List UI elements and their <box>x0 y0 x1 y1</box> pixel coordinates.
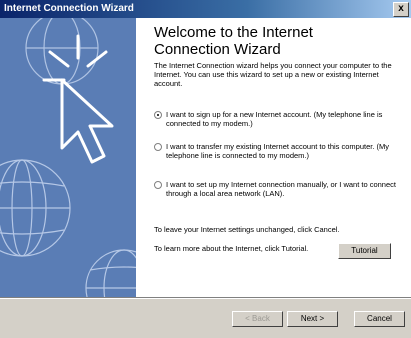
page-title: Welcome to the Internet Connection Wizar… <box>154 24 404 58</box>
next-button[interactable]: Next > <box>287 311 338 327</box>
back-button[interactable]: < Back <box>232 311 283 327</box>
globe-cursor-illustration <box>0 18 136 297</box>
option-transfer-account-label: I want to transfer my existing Internet … <box>166 142 390 160</box>
cursor-arrow-icon <box>60 78 114 164</box>
wizard-content: Welcome to the Internet Connection Wizar… <box>136 18 411 297</box>
option-new-account-label: I want to sign up for a new Internet acc… <box>166 110 383 128</box>
close-icon: x <box>398 3 404 14</box>
page-title-line1: Welcome to the Internet <box>154 24 313 41</box>
radio-new-account[interactable] <box>154 111 162 119</box>
title-bar: Internet Connection Wizard x <box>0 0 411 18</box>
radio-manual-setup[interactable] <box>154 181 162 189</box>
option-manual-setup-label: I want to set up my Internet connection … <box>166 180 396 198</box>
close-button[interactable]: x <box>393 2 409 17</box>
intro-text: The Internet Connection wizard helps you… <box>154 61 392 88</box>
globe-icon-2 <box>85 249 136 297</box>
page-title-line2: Connection Wizard <box>154 41 281 58</box>
radio-transfer-account[interactable] <box>154 143 162 151</box>
globe-icon-3 <box>25 18 99 85</box>
wizard-window: Internet Connection Wizard x Welcome to … <box>0 0 411 338</box>
leave-instructions: To leave your Internet settings unchange… <box>154 225 340 234</box>
wizard-illustration <box>0 18 136 297</box>
window-title: Internet Connection Wizard <box>4 3 134 14</box>
cancel-button[interactable]: Cancel <box>354 311 405 327</box>
tutorial-button[interactable]: Tutorial <box>338 243 391 259</box>
footer-separator <box>0 297 411 299</box>
globe-icon <box>0 159 71 257</box>
